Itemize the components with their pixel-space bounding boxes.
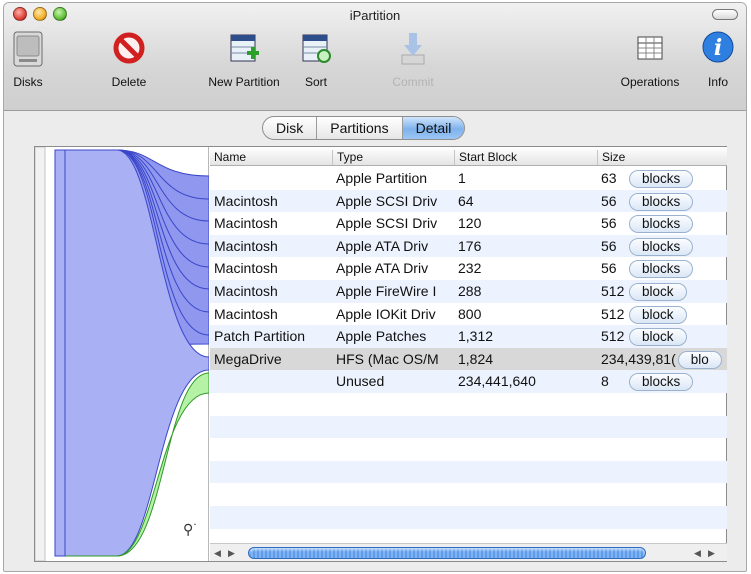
operations-icon (633, 29, 667, 71)
unit-button[interactable]: blocks (629, 373, 694, 392)
unit-button[interactable]: blo (677, 350, 722, 369)
col-type-header[interactable]: Type (332, 150, 454, 165)
info-button[interactable]: i Info (700, 29, 736, 89)
unit-button[interactable]: block (629, 282, 687, 301)
sort-icon (299, 29, 333, 71)
table-row[interactable]: Macintosh Apple SCSI Driv 64 56 blocks (210, 189, 727, 213)
table-row[interactable]: Patch Partition Apple Patches 1,312 512 b… (210, 325, 727, 348)
commit-button[interactable]: Commit (388, 29, 438, 89)
hard-disk-icon (11, 29, 45, 71)
unit-button[interactable]: blocks (629, 237, 694, 256)
sort-button[interactable]: Sort (296, 29, 336, 89)
scroll-left-arrow-icon[interactable]: ◀ (694, 548, 701, 559)
table-row[interactable]: Macintosh Apple IOKit Driv 800 512 block (210, 303, 727, 326)
table-row[interactable]: Macintosh Apple FireWire I 288 512 block (210, 279, 727, 303)
window-title: iPartition (349, 8, 401, 23)
commit-icon (396, 29, 430, 71)
table-rows: Apple Partition 1 63 blocks Macintosh App… (210, 167, 727, 551)
table-row[interactable]: Macintosh Apple ATA Driv 232 56 blocks (210, 257, 727, 280)
unit-button[interactable]: blocks (629, 170, 694, 188)
scroll-left-arrow-icon[interactable]: ◀ (214, 548, 221, 559)
scroll-right-arrow-icon[interactable]: ▶ (228, 548, 235, 559)
table-row[interactable]: Unused 234,441,640 8 blocks (210, 370, 727, 393)
delete-icon (112, 29, 146, 71)
empty-row (210, 393, 727, 416)
info-icon: i (701, 29, 735, 71)
zoom-magnifier-icon[interactable]: ⚲˙ (183, 521, 198, 538)
unit-button[interactable]: block (629, 305, 687, 324)
new-partition-icon (227, 29, 261, 71)
delete-button[interactable]: Delete (104, 29, 154, 89)
table-row-selected[interactable]: MegaDrive HFS (Mac OS/M 1,824 234,439,81… (210, 347, 727, 371)
app-window: iPartition Disks Delete New Partition So… (3, 2, 747, 572)
table-header: Name Type Start Block Size (210, 147, 727, 166)
empty-row (210, 438, 727, 461)
tab-disk[interactable]: Disk (263, 117, 318, 139)
scroll-right-arrow-icon[interactable]: ▶ (708, 548, 715, 559)
svg-text:i: i (714, 35, 722, 61)
horizontal-scrollbar[interactable]: ◀ ▶ ◀ ▶ (210, 543, 727, 561)
table-row[interactable]: Macintosh Apple ATA Driv 176 56 blocks (210, 234, 727, 258)
operations-button[interactable]: Operations (612, 29, 688, 89)
unit-button[interactable]: blocks (629, 260, 694, 279)
col-start-header[interactable]: Start Block (454, 150, 597, 165)
table-row[interactable]: Apple Partition 1 63 blocks (210, 167, 727, 190)
col-size-header[interactable]: Size (597, 150, 727, 165)
title-toolbar: iPartition Disks Delete New Partition So… (4, 3, 746, 111)
scroll-thumb[interactable] (248, 547, 646, 559)
partition-table: Name Type Start Block Size Apple Partiti… (210, 147, 727, 561)
unit-button[interactable]: blocks (629, 215, 694, 234)
toolbar-toggle-button[interactable] (712, 9, 738, 20)
disks-button[interactable]: Disks (8, 29, 48, 89)
table-row[interactable]: Macintosh Apple SCSI Driv 120 56 blocks (210, 212, 727, 235)
empty-row (210, 505, 727, 529)
col-name-header[interactable]: Name (210, 150, 332, 165)
content-panel: ⚲˙ Name Type Start Block Size Apple Part… (34, 146, 727, 562)
empty-row (210, 415, 727, 439)
unit-button[interactable]: block (629, 328, 687, 347)
empty-row (210, 483, 727, 506)
tab-partitions[interactable]: Partitions (317, 117, 403, 139)
partition-map: ⚲˙ (34, 146, 210, 562)
unit-button[interactable]: blocks (629, 192, 694, 211)
new-partition-button[interactable]: New Partition (200, 29, 288, 89)
empty-row (210, 460, 727, 484)
view-tabs: Disk Partitions Detail (262, 116, 466, 140)
tab-detail[interactable]: Detail (402, 117, 465, 139)
